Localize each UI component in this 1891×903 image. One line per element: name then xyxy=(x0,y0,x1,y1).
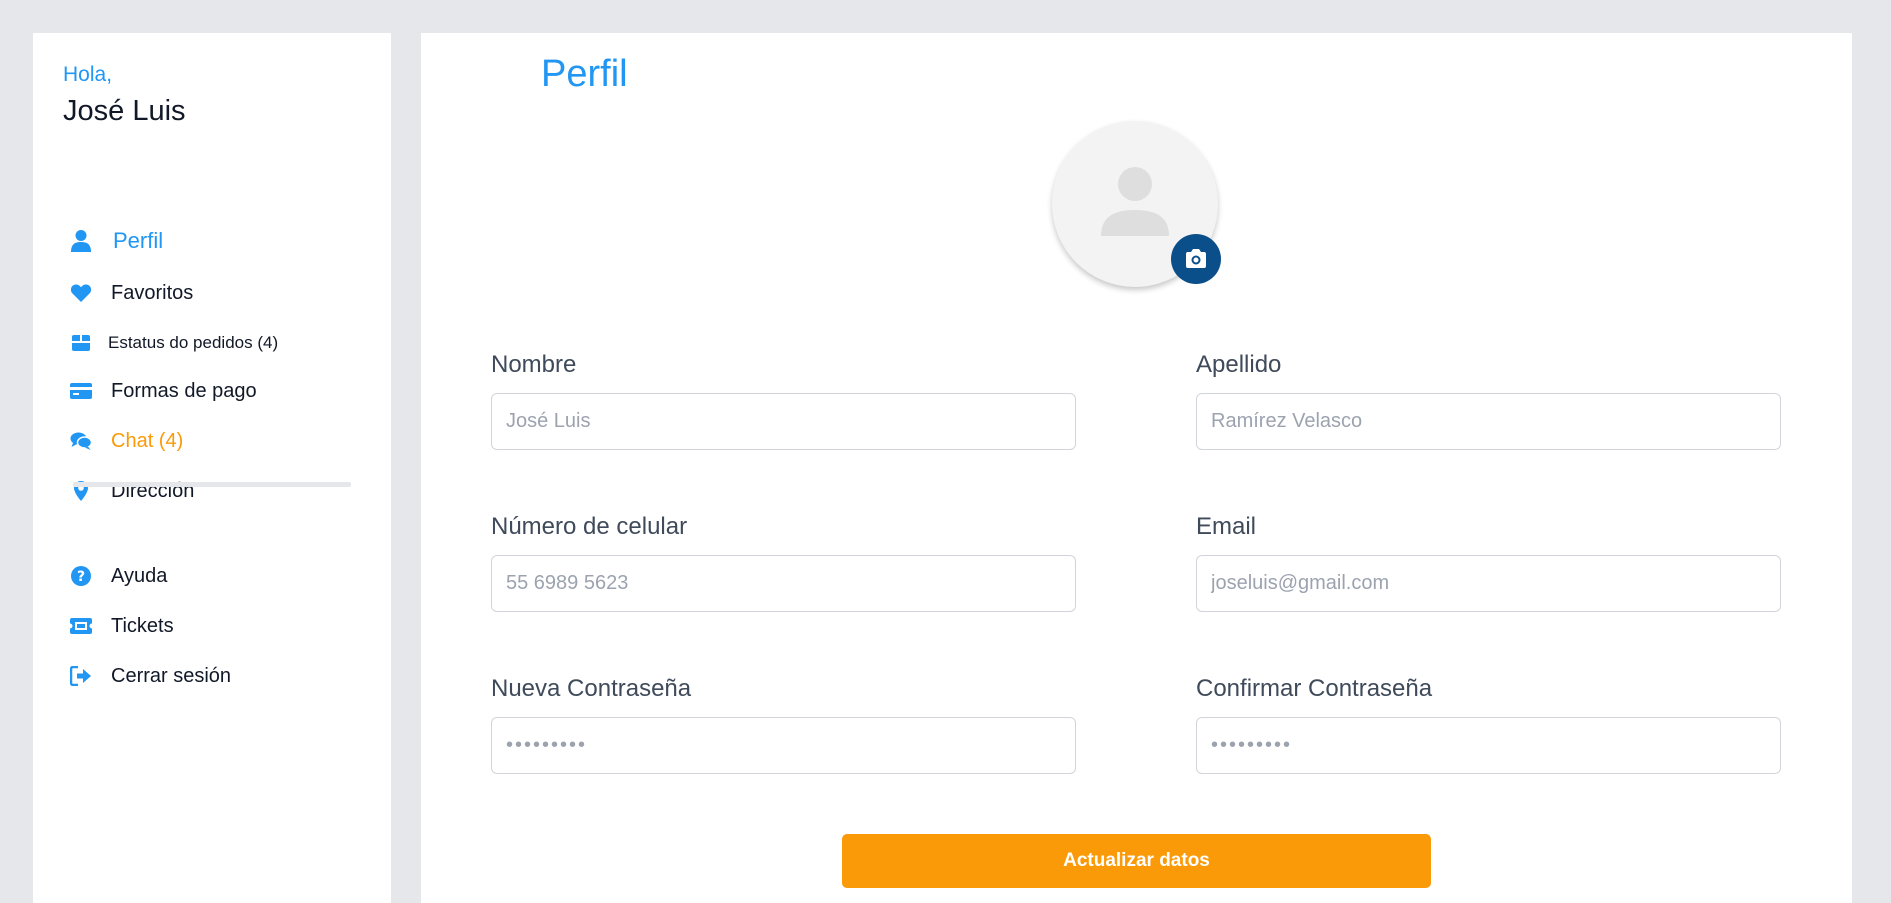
sidebar-item-cerrar-sesion[interactable]: Cerrar sesión xyxy=(69,661,231,691)
sidebar-item-perfil[interactable]: Perfil xyxy=(69,226,163,256)
user-icon xyxy=(69,229,93,253)
ticket-icon xyxy=(69,614,93,638)
confirmar-contrasena-input[interactable] xyxy=(1196,717,1781,774)
avatar-container xyxy=(1052,121,1222,291)
apellido-label: Apellido xyxy=(1196,351,1282,378)
sidebar-item-label: Cerrar sesión xyxy=(111,664,232,687)
profile-panel: Perfil Nombre Apellido Número de celular… xyxy=(421,33,1852,903)
change-photo-button[interactable] xyxy=(1171,234,1221,284)
sidebar-item-direccion[interactable]: Dirección xyxy=(69,476,194,506)
user-name: José Luis xyxy=(63,95,186,127)
actualizar-datos-button[interactable]: Actualizar datos xyxy=(842,834,1431,888)
user-placeholder-icon xyxy=(1101,167,1169,236)
apellido-input[interactable] xyxy=(1196,393,1781,450)
camera-icon xyxy=(1186,249,1206,268)
credit-card-icon xyxy=(69,379,93,403)
help-icon: ? xyxy=(69,564,93,588)
sidebar-item-tickets[interactable]: Tickets xyxy=(69,611,174,641)
sidebar: Hola, José Luis Perfil Favoritos Estatus… xyxy=(33,33,391,903)
chat-icon xyxy=(69,429,93,453)
email-input[interactable] xyxy=(1196,555,1781,612)
sidebar-item-label: Estatus do pedidos (4) xyxy=(108,333,279,352)
celular-label: Número de celular xyxy=(491,513,688,540)
logout-icon xyxy=(69,664,93,688)
email-label: Email xyxy=(1196,513,1257,540)
greeting: Hola, xyxy=(63,63,113,86)
confirmar-contrasena-label: Confirmar Contraseña xyxy=(1196,675,1433,702)
nombre-input[interactable] xyxy=(491,393,1076,450)
sidebar-item-ayuda[interactable]: ? Ayuda xyxy=(69,561,167,591)
heart-icon xyxy=(69,281,93,305)
page-title: Perfil xyxy=(541,53,628,95)
sidebar-item-label: Tickets xyxy=(111,614,174,637)
sidebar-item-favoritos[interactable]: Favoritos xyxy=(69,278,193,308)
celular-input[interactable] xyxy=(491,555,1076,612)
sidebar-item-label: Ayuda xyxy=(111,564,168,587)
box-icon xyxy=(69,331,93,355)
nombre-label: Nombre xyxy=(491,351,577,378)
sidebar-item-label: Formas de pago xyxy=(111,379,257,402)
nueva-contrasena-input[interactable] xyxy=(491,717,1076,774)
sidebar-item-formas-pago[interactable]: Formas de pago xyxy=(69,376,257,406)
sidebar-item-chat[interactable]: Chat (4) xyxy=(69,426,183,456)
svg-text:?: ? xyxy=(77,569,85,585)
nueva-contrasena-label: Nueva Contraseña xyxy=(491,675,692,702)
sidebar-item-estatus-pedidos[interactable]: Estatus do pedidos (4) xyxy=(69,328,278,358)
sidebar-item-label: Chat (4) xyxy=(111,429,184,452)
sidebar-item-label: Perfil xyxy=(113,228,164,253)
sidebar-item-label: Favoritos xyxy=(111,281,194,304)
sidebar-divider xyxy=(73,482,351,487)
